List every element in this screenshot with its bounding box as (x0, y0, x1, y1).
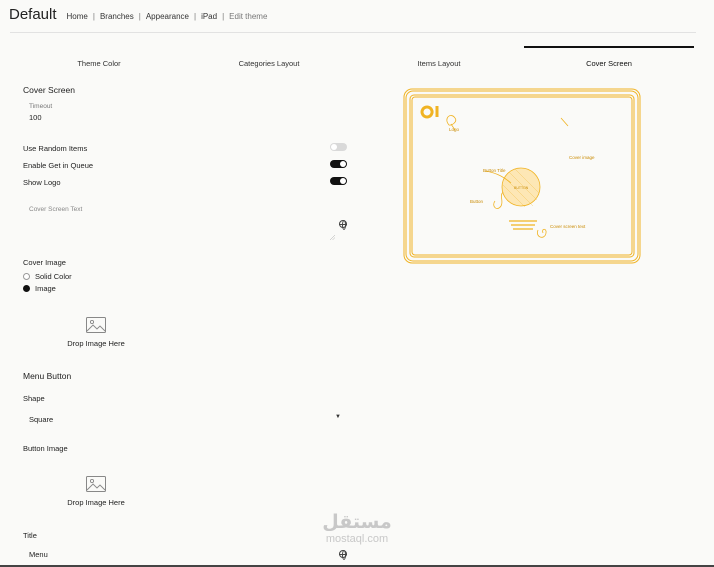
radio-image-label: Image (35, 284, 56, 293)
cover-screen-text-placeholder: Cover Screen Text (29, 206, 83, 213)
button-image-label: Button Image (23, 444, 68, 453)
preview-label-button-title: Button Title (483, 168, 506, 173)
use-random-items-label: Use Random Items (23, 144, 88, 153)
cover-image-label: Cover Image (23, 258, 66, 267)
toggle-knob (331, 144, 337, 150)
breadcrumb-edit-theme: Edit theme (229, 12, 268, 21)
shape-label: Shape (23, 394, 45, 403)
cover-screen-heading: Cover Screen (23, 85, 75, 95)
enable-queue-label: Enable Get in Queue (23, 161, 94, 170)
breadcrumb-branches[interactable]: Branches (100, 12, 134, 21)
image-placeholder-icon (86, 317, 106, 333)
show-logo-label: Show Logo (23, 178, 61, 187)
preview-label-cover-screen-text: Cover screen text (550, 224, 586, 229)
enable-queue-toggle[interactable] (330, 160, 347, 168)
cover-screen-preview: Logo Cover image Button Title Button Cov… (403, 88, 641, 264)
toggle-knob (340, 161, 346, 167)
toggle-knob (340, 178, 346, 184)
globe-icon[interactable] (339, 220, 347, 230)
breadcrumb-appearance[interactable]: Appearance (146, 12, 189, 21)
timeout-label: Timeout (29, 103, 53, 110)
resize-handle-icon[interactable] (330, 235, 335, 240)
cover-screen-text-input[interactable]: Cover Screen Text (23, 200, 335, 240)
menu-button-heading: Menu Button (23, 371, 72, 381)
button-image-drop-zone[interactable]: Drop Image Here (56, 476, 136, 507)
drop-image-text: Drop Image Here (67, 498, 125, 507)
title-label: Title (23, 531, 37, 540)
breadcrumb-separator: | (193, 12, 197, 21)
title-input[interactable]: Menu (29, 550, 48, 559)
page-title: Default (9, 6, 57, 23)
breadcrumb-separator: | (92, 12, 95, 21)
show-logo-toggle[interactable] (330, 177, 347, 185)
radio-solid-color-label: Solid Color (35, 272, 72, 281)
use-random-items-toggle[interactable] (330, 143, 347, 151)
watermark-arabic: مستقل (322, 511, 392, 533)
breadcrumb-ipad[interactable]: iPad (201, 12, 217, 21)
tab-bar: Theme Color Categories Layout Items Layo… (14, 46, 694, 70)
breadcrumb-separator: | (138, 12, 141, 21)
logo-mark (420, 105, 439, 119)
preview-label-button: Button (470, 199, 484, 204)
tab-items-layout[interactable]: Items Layout (354, 46, 524, 70)
cover-image-drop-zone[interactable]: Drop Image Here (56, 317, 136, 348)
radio-solid-color[interactable] (23, 273, 30, 280)
watermark-latin: mostaql.com (325, 533, 389, 545)
globe-icon[interactable] (339, 550, 347, 560)
chevron-down-icon: ▼ (335, 414, 341, 420)
watermark: مستقل mostaql.com (312, 512, 402, 545)
shape-select[interactable]: Square ▼ (23, 410, 343, 428)
drop-image-text: Drop Image Here (67, 339, 125, 348)
timeout-input[interactable]: 100 (29, 113, 42, 122)
tab-cover-screen[interactable]: Cover Screen (524, 46, 694, 70)
image-placeholder-icon (86, 476, 106, 492)
tab-categories-layout[interactable]: Categories Layout (184, 46, 354, 70)
breadcrumb-home[interactable]: Home (67, 12, 88, 21)
preview-label-logo: Logo (449, 127, 460, 132)
header-divider (10, 32, 696, 33)
radio-image[interactable] (23, 285, 30, 292)
header: Default Home | Branches | Appearance | i… (9, 6, 267, 26)
preview-button-inner-text: BUTTON (514, 186, 529, 190)
shape-select-value: Square (29, 415, 54, 424)
preview-label-cover-image: Cover image (569, 155, 595, 160)
tab-theme-color[interactable]: Theme Color (14, 46, 184, 70)
breadcrumb-separator: | (222, 12, 225, 21)
